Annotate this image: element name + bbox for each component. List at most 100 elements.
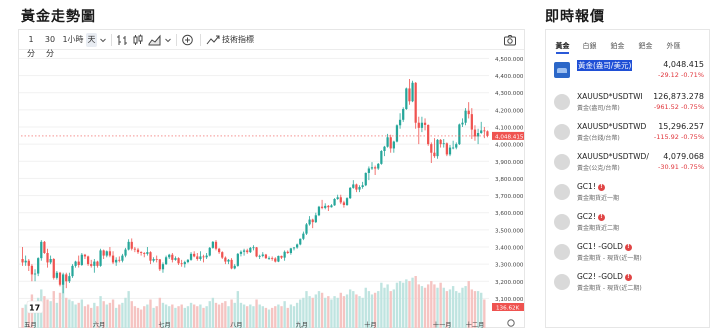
candle-body xyxy=(99,250,102,266)
candle-body xyxy=(186,259,190,263)
volume-bar xyxy=(377,291,380,328)
candle-body xyxy=(224,257,227,262)
candle-body xyxy=(118,259,121,261)
chart-panel-title: 黃金走勢圖 xyxy=(21,9,96,25)
indicators-button[interactable]: 技術指標 xyxy=(222,33,256,47)
time-axis-label: 五月 xyxy=(24,322,36,328)
info-icon[interactable]: ! xyxy=(597,214,605,221)
volume-bar xyxy=(289,304,293,328)
chart-settings-gear-icon[interactable] xyxy=(507,319,515,327)
volume-bar xyxy=(455,291,458,328)
quote-row-gold-usd[interactable]: 黃金(盎司/美元) 4,048.415 -29.12 -0.71% xyxy=(554,60,704,82)
area-chart-icon[interactable] xyxy=(148,33,162,47)
candle-body xyxy=(339,197,342,203)
volume-bar xyxy=(386,284,389,328)
quote-price: 4,079.068 xyxy=(663,152,704,161)
indicators-icon[interactable] xyxy=(206,33,220,47)
interval-1d-button[interactable]: 天 xyxy=(86,33,97,47)
interval-1h-button[interactable]: 1小時 xyxy=(62,33,84,47)
symbol-placeholder-icon xyxy=(554,94,570,110)
candle-body xyxy=(174,258,177,260)
tab-gold[interactable]: 黃金 xyxy=(549,38,576,54)
volume-bar xyxy=(277,304,280,328)
volume-bar xyxy=(389,291,392,328)
price-chart[interactable]: 4,500.000 4,400.000 4,300.000 4,200.000 4,10… xyxy=(19,51,524,328)
quote-row-gc2[interactable]: GC2!! 黃金期貨近二期 xyxy=(554,212,704,234)
candle-body xyxy=(442,143,445,145)
price-tick-label: 3,900.000 xyxy=(495,160,524,166)
info-icon[interactable]: ! xyxy=(624,244,632,251)
quote-row-gold-twd-tael[interactable]: XAUUSD*USDTWD 黃金(台錢/台幣) 15,296.257 -115.… xyxy=(554,122,704,144)
quote-subtitle: 黃金(公克/台幣) xyxy=(577,165,620,172)
tab-platinum[interactable]: 鉑金 xyxy=(604,38,631,54)
candle-body xyxy=(417,122,420,128)
candle-body xyxy=(277,255,280,262)
candle-body xyxy=(236,253,239,266)
compare-bars-icon[interactable] xyxy=(116,33,128,47)
candle-body xyxy=(430,144,433,153)
price-tick-label: 4,200.000 xyxy=(495,108,524,114)
volume-bar xyxy=(280,306,283,328)
price-tick-label: 3,400.000 xyxy=(495,246,524,252)
candle-body xyxy=(295,244,299,248)
candle-body xyxy=(158,259,161,270)
candle-body xyxy=(74,261,77,266)
volume-bar xyxy=(65,297,68,328)
candlestick-type-icon[interactable] xyxy=(132,33,144,47)
interval-dropdown-chevron-icon[interactable] xyxy=(99,33,107,47)
price-tick-label: 4,400.000 xyxy=(495,74,524,80)
info-icon[interactable]: ! xyxy=(597,184,605,191)
interval-30m-button[interactable]: 30分 xyxy=(41,33,59,58)
tab-palladium[interactable]: 鈀金 xyxy=(632,38,659,54)
quote-subtitle: 黃金期貨近一期 xyxy=(577,195,620,202)
candle-body xyxy=(299,238,302,245)
candle-body xyxy=(37,258,40,274)
quote-row-gc2-gold-spread[interactable]: GC2! -GOLD! 黃金期貨 - 現貨(近二期) xyxy=(554,272,704,294)
volume-bar xyxy=(451,286,455,328)
price-tick-label: 4,100.000 xyxy=(495,126,524,132)
quote-row-gc1[interactable]: GC1!! 黃金期貨近一期 xyxy=(554,182,704,204)
candle-body xyxy=(320,206,324,208)
quote-price: 126,873.278 xyxy=(653,92,704,101)
candle-body xyxy=(392,141,395,149)
quote-change: -961.52 -0.75% xyxy=(653,103,704,111)
volume-bar xyxy=(430,281,433,328)
info-icon[interactable]: ! xyxy=(624,274,632,281)
quotes-panel-title: 即時報價 xyxy=(545,9,605,25)
candle-body xyxy=(467,110,470,115)
interval-1m-button[interactable]: 1分 xyxy=(25,33,37,58)
candle-body xyxy=(115,259,118,263)
quote-subtitle: 黃金(盎司/台幣) xyxy=(577,105,620,112)
quote-row-gold-twd-gram[interactable]: XAUUSD*USDTWD/ 黃金(公克/台幣) 4,079.068 -30.9… xyxy=(554,152,704,174)
volume-bar xyxy=(320,292,324,328)
quote-row-gold-twd-oz[interactable]: XAUUSD*USDTWI 黃金(盎司/台幣) 126,873.278 -961… xyxy=(554,92,704,114)
candle-body xyxy=(43,241,46,253)
candle-body xyxy=(458,124,461,145)
volume-bar xyxy=(186,306,190,328)
volume-bar xyxy=(214,302,218,328)
chart-type-chevron-icon[interactable] xyxy=(164,33,172,47)
volume-bar xyxy=(133,306,137,328)
candle-body xyxy=(136,249,140,253)
price-tick-label: 3,100.000 xyxy=(495,297,524,303)
add-indicator-plus-icon[interactable] xyxy=(181,33,194,47)
candle-body xyxy=(133,248,137,250)
last-price-label: 4,048.415 xyxy=(495,134,524,140)
candle-body xyxy=(177,258,180,264)
volume-bar xyxy=(130,301,133,328)
candle-body xyxy=(389,137,392,149)
candle-body xyxy=(292,247,296,249)
quote-row-gc1-gold-spread[interactable]: GC1! -GOLD! 黃金期貨 - 現貨(近一期) xyxy=(554,242,704,264)
tab-silver[interactable]: 白銀 xyxy=(576,38,603,54)
candle-body xyxy=(386,137,389,147)
screenshot-camera-icon[interactable] xyxy=(503,33,517,47)
volume-bar xyxy=(127,291,130,328)
candle-body xyxy=(271,257,274,259)
quote-name: GC1! xyxy=(577,182,596,191)
volume-bar xyxy=(242,304,246,328)
candle-body xyxy=(283,251,286,258)
candle-body xyxy=(105,251,108,256)
candle-body xyxy=(461,122,464,125)
candle-body xyxy=(65,274,68,282)
tab-forex[interactable]: 外匯 xyxy=(660,38,687,54)
